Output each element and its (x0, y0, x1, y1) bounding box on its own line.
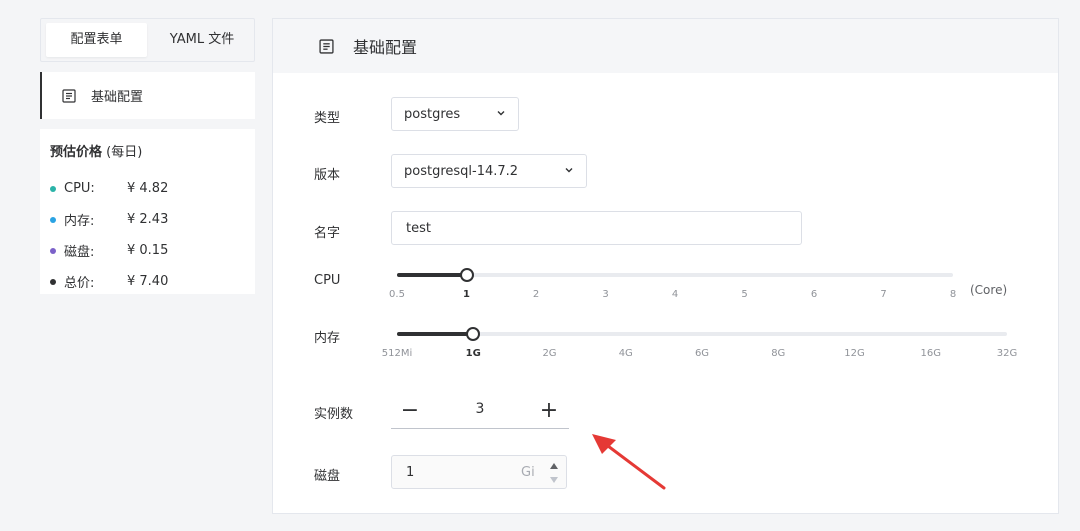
memory-tick-label[interactable]: 4G (619, 348, 633, 359)
price-row: CPU: ¥ 4.82 (50, 173, 245, 204)
legend-dot (50, 185, 56, 192)
cpu-label: CPU (314, 273, 341, 288)
tab-form[interactable]: 配置表单 (46, 23, 147, 57)
cpu-slider[interactable] (397, 268, 953, 282)
cpu-tick-label[interactable]: 0.5 (389, 289, 405, 300)
price-title: 预估价格 (每日) (50, 145, 143, 160)
instances-label: 实例数 (314, 407, 354, 422)
memory-tick-label[interactable]: 2G (542, 348, 556, 359)
price-estimate-card: 预估价格 (每日) CPU: ¥ 4.82 内存: ¥ 2.43 磁盘: ¥ 0.15 总价… (40, 129, 255, 294)
cpu-tick-label[interactable]: 8 (950, 289, 956, 300)
price-row: 总价: ¥ 7.40 (50, 266, 245, 297)
annotation-arrow-icon (592, 434, 666, 490)
price-value: ¥ 7.40 (127, 274, 169, 289)
cpu-slider-fill (397, 273, 467, 277)
price-label: CPU: (64, 181, 95, 196)
spinner-arrows-icon[interactable] (548, 460, 560, 486)
memory-slider-handle[interactable] (466, 327, 481, 341)
cpu-unit: (Core) (970, 283, 1008, 297)
legend-dot (50, 278, 56, 285)
memory-tick-label[interactable]: 12G (844, 348, 864, 359)
disk-input[interactable]: 1 Gi (391, 455, 567, 489)
memory-tick-label[interactable]: 1G (466, 348, 481, 359)
type-select[interactable]: postgres (391, 97, 519, 131)
memory-tick-label[interactable]: 8G (771, 348, 785, 359)
instances-stepper: − 3 + (391, 395, 569, 429)
cpu-tick-label[interactable]: 5 (741, 289, 747, 300)
panel-title: 基础配置 (353, 38, 418, 57)
memory-slider-fill (397, 332, 474, 336)
version-select-value: postgresql-14.7.2 (404, 163, 519, 179)
memory-tick-label[interactable]: 32G (997, 348, 1017, 359)
price-value: ¥ 2.43 (127, 212, 169, 227)
sidebar-item-basic-config[interactable]: 基础配置 (40, 72, 255, 119)
disk-unit: Gi (521, 465, 535, 480)
memory-slider[interactable] (397, 327, 1007, 341)
cpu-tick-label[interactable]: 2 (533, 289, 539, 300)
cpu-tick-label[interactable]: 6 (811, 289, 817, 300)
price-label: 总价: (64, 276, 95, 291)
chevron-down-icon (565, 168, 573, 173)
memory-tick-label[interactable]: 512Mi (382, 348, 413, 359)
price-row: 磁盘: ¥ 0.15 (50, 235, 245, 266)
document-icon (319, 38, 334, 54)
memory-label: 内存 (314, 331, 341, 346)
cpu-slider-handle[interactable] (459, 268, 474, 282)
instances-value[interactable]: 3 (469, 401, 491, 417)
sidebar-item-label: 基础配置 (91, 90, 144, 105)
mode-tabs: 配置表单 YAML 文件 (40, 18, 255, 62)
chevron-down-icon (497, 111, 505, 116)
memory-tick-label[interactable]: 16G (921, 348, 941, 359)
version-label: 版本 (314, 168, 341, 183)
cpu-tick-label[interactable]: 4 (672, 289, 678, 300)
legend-dot (50, 216, 56, 223)
price-label: 内存: (64, 214, 95, 229)
cpu-tick-label[interactable]: 3 (602, 289, 608, 300)
cpu-tick-label[interactable]: 7 (880, 289, 886, 300)
price-value: ¥ 0.15 (127, 243, 169, 258)
increment-button[interactable]: + (538, 397, 560, 425)
panel-header: 基础配置 (273, 19, 1058, 73)
type-select-value: postgres (404, 106, 461, 122)
legend-dot (50, 247, 56, 254)
tab-yaml[interactable]: YAML 文件 (149, 23, 255, 57)
memory-tick-label[interactable]: 6G (695, 348, 709, 359)
decrement-button[interactable]: − (399, 397, 421, 425)
disk-label: 磁盘 (314, 469, 341, 484)
price-row: 内存: ¥ 2.43 (50, 204, 245, 235)
version-select[interactable]: postgresql-14.7.2 (391, 154, 587, 188)
name-input-value: test (406, 220, 431, 236)
name-input[interactable]: test (391, 211, 802, 245)
document-icon (62, 88, 76, 103)
price-label: 磁盘: (64, 245, 95, 260)
type-label: 类型 (314, 111, 341, 126)
cpu-tick-label[interactable]: 1 (463, 289, 470, 300)
disk-value: 1 (406, 465, 415, 480)
price-value: ¥ 4.82 (127, 181, 169, 196)
name-label: 名字 (314, 226, 341, 241)
